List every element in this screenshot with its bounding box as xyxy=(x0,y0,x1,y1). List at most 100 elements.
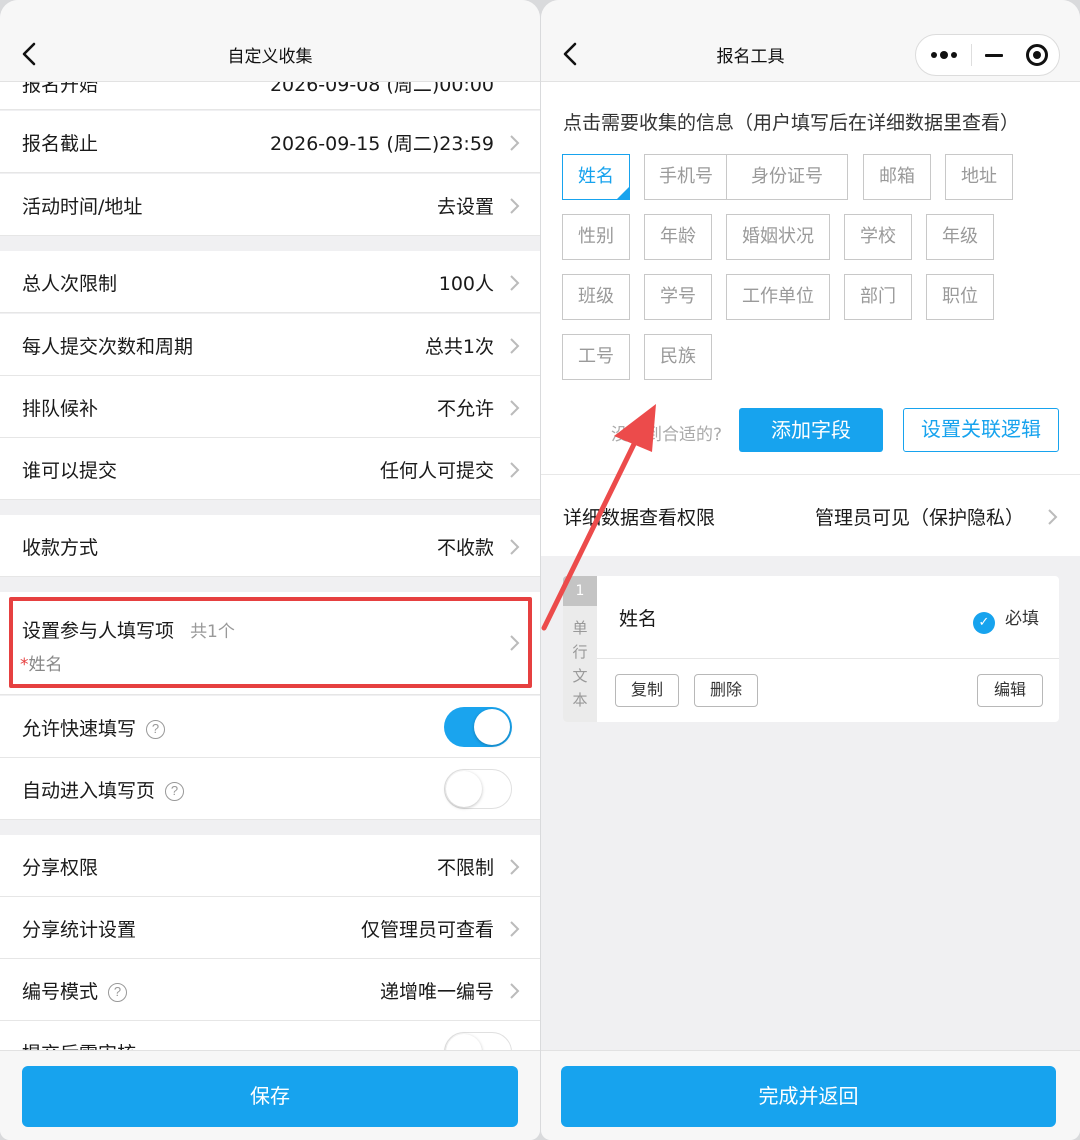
toggle-knob xyxy=(474,709,510,745)
chip-age[interactable]: 年龄 xyxy=(644,214,712,260)
field-index: 1 xyxy=(563,576,597,606)
row-label: 谁可以提交 xyxy=(22,460,118,482)
row-auto-enter: 自动进入填写页? xyxy=(0,758,540,820)
row-label: 分享权限 xyxy=(22,857,99,879)
chevron-right-icon xyxy=(1047,508,1058,526)
row-payment[interactable]: 收款方式 不收款 xyxy=(0,515,540,577)
copy-button[interactable]: 复制 xyxy=(615,674,679,707)
selected-corner-icon xyxy=(616,186,630,200)
toggle-knob xyxy=(446,771,482,807)
left-bottom-bar: 保存 xyxy=(0,1050,540,1140)
edit-button[interactable]: 编辑 xyxy=(977,674,1043,707)
left-navbar: 自定义收集 xyxy=(0,0,540,82)
field-card: 1 单 行 文 本 姓名 ✓ 必填 复制 删除 编辑 xyxy=(563,576,1059,722)
permission-label: 详细数据查看权限 xyxy=(563,507,716,529)
chevron-right-icon xyxy=(509,399,520,417)
chip-marital[interactable]: 婚姻状况 xyxy=(726,214,830,260)
add-field-button[interactable]: 添加字段 xyxy=(739,408,883,452)
chevron-right-icon xyxy=(509,461,520,479)
row-number-mode[interactable]: 编号模式? 递增唯一编号 xyxy=(0,959,540,1021)
row-label: 自动进入填写页? xyxy=(22,776,185,803)
row-submit-times[interactable]: 每人提交次数和周期 总共1次 xyxy=(0,314,540,376)
row-value: 不限制 xyxy=(436,857,494,879)
save-button[interactable]: 保存 xyxy=(22,1066,518,1127)
chip-position[interactable]: 职位 xyxy=(926,274,994,320)
row-label: 允许快速填写? xyxy=(22,714,166,741)
chip-gender[interactable]: 性别 xyxy=(562,214,630,260)
row-value: 递增唯一编号 xyxy=(379,981,494,1003)
chevron-right-icon xyxy=(509,920,520,938)
row-label: 活动时间/地址 xyxy=(22,196,143,218)
chip-address[interactable]: 地址 xyxy=(945,154,1013,200)
chevron-right-icon xyxy=(509,134,520,152)
chip-employee-id[interactable]: 工号 xyxy=(562,334,630,380)
row-share-permission[interactable]: 分享权限 不限制 xyxy=(0,835,540,897)
chip-ethnicity[interactable]: 民族 xyxy=(644,334,712,380)
row-value: 仅管理员可查看 xyxy=(360,919,494,941)
row-value: 总共1次 xyxy=(424,336,494,358)
permission-row[interactable]: 详细数据查看权限 管理员可见（保护隐私） xyxy=(541,474,1080,556)
row-quick-fill: 允许快速填写? xyxy=(0,696,540,758)
row-total-limit[interactable]: 总人次限制 100人 xyxy=(0,251,540,313)
help-icon[interactable]: ? xyxy=(146,720,166,739)
chevron-right-icon xyxy=(509,982,520,1000)
row-value: 2026-09-15 (周二)23:59 xyxy=(269,133,494,155)
page-title: 报名工具 xyxy=(716,47,785,67)
chevron-right-icon xyxy=(509,197,520,215)
left-phone-screen: 自定义收集 报名开始 2026-09-08 (周二)00:00 报名截止 202… xyxy=(0,0,540,1140)
field-card-sidebar: 1 单 行 文 本 xyxy=(563,576,597,722)
row-label: 分享统计设置 xyxy=(22,919,137,941)
chip-grade[interactable]: 年级 xyxy=(926,214,994,260)
mini-program-capsule xyxy=(915,34,1060,76)
row-label: 每人提交次数和周期 xyxy=(22,336,194,358)
page-title: 自定义收集 xyxy=(227,47,313,67)
row-value: 100人 xyxy=(438,273,494,295)
chevron-right-icon xyxy=(509,337,520,355)
required-checkbox[interactable]: ✓ 必填 xyxy=(973,604,1039,634)
row-activity-time[interactable]: 活动时间/地址 去设置 xyxy=(0,174,540,236)
auto-enter-toggle[interactable] xyxy=(444,769,512,809)
row-value: 任何人可提交 xyxy=(379,460,494,482)
chip-school[interactable]: 学校 xyxy=(844,214,912,260)
field-name: 姓名 xyxy=(619,608,658,630)
check-icon: ✓ xyxy=(973,612,995,634)
right-navbar: 报名工具 xyxy=(541,0,1080,82)
permission-value: 管理员可见（保护隐私） xyxy=(814,507,1024,529)
help-icon[interactable]: ? xyxy=(165,782,185,801)
chevron-right-icon xyxy=(509,538,520,556)
close-target-icon[interactable] xyxy=(1016,35,1059,75)
quick-fill-toggle[interactable] xyxy=(444,707,512,747)
chip-name[interactable]: 姓名 xyxy=(562,154,630,200)
divider xyxy=(597,658,1059,659)
chip-class[interactable]: 班级 xyxy=(562,274,630,320)
minimize-icon[interactable] xyxy=(972,35,1015,75)
row-label: 编号模式? xyxy=(22,977,128,1004)
row-value: 不收款 xyxy=(436,537,494,559)
chevron-right-icon xyxy=(509,858,520,876)
row-value: 去设置 xyxy=(436,196,494,218)
right-phone-screen: 报名工具 点击需要收集的信息（用户填写后在详细数据里查看） 姓名 手机号 身份证… xyxy=(541,0,1080,1140)
row-waitlist[interactable]: 排队候补 不允许 xyxy=(0,376,540,438)
chip-id-card[interactable]: 身份证号 xyxy=(726,154,848,200)
chip-email[interactable]: 邮箱 xyxy=(863,154,931,200)
field-type: 单 行 文 本 xyxy=(572,619,588,709)
highlight-box xyxy=(9,597,532,688)
no-fit-hint: 没找到合适的? xyxy=(611,425,723,445)
set-logic-button[interactable]: 设置关联逻辑 xyxy=(903,408,1059,452)
row-who-can-submit[interactable]: 谁可以提交 任何人可提交 xyxy=(0,438,540,500)
chip-employer[interactable]: 工作单位 xyxy=(726,274,830,320)
chevron-right-icon xyxy=(509,274,520,292)
picker-hint: 点击需要收集的信息（用户填写后在详细数据里查看） xyxy=(563,112,1020,134)
help-icon[interactable]: ? xyxy=(108,983,128,1002)
chip-department[interactable]: 部门 xyxy=(844,274,912,320)
row-signup-deadline[interactable]: 报名截止 2026-09-15 (周二)23:59 xyxy=(0,111,540,173)
row-label: 收款方式 xyxy=(22,537,99,559)
chip-phone[interactable]: 手机号 xyxy=(644,154,728,200)
row-label: 报名截止 xyxy=(22,133,99,155)
more-icon[interactable] xyxy=(916,35,971,75)
right-bottom-bar: 完成并返回 xyxy=(541,1050,1080,1140)
chip-student-id[interactable]: 学号 xyxy=(644,274,712,320)
row-share-stats[interactable]: 分享统计设置 仅管理员可查看 xyxy=(0,897,540,959)
done-button[interactable]: 完成并返回 xyxy=(561,1066,1056,1127)
delete-button[interactable]: 删除 xyxy=(694,674,758,707)
